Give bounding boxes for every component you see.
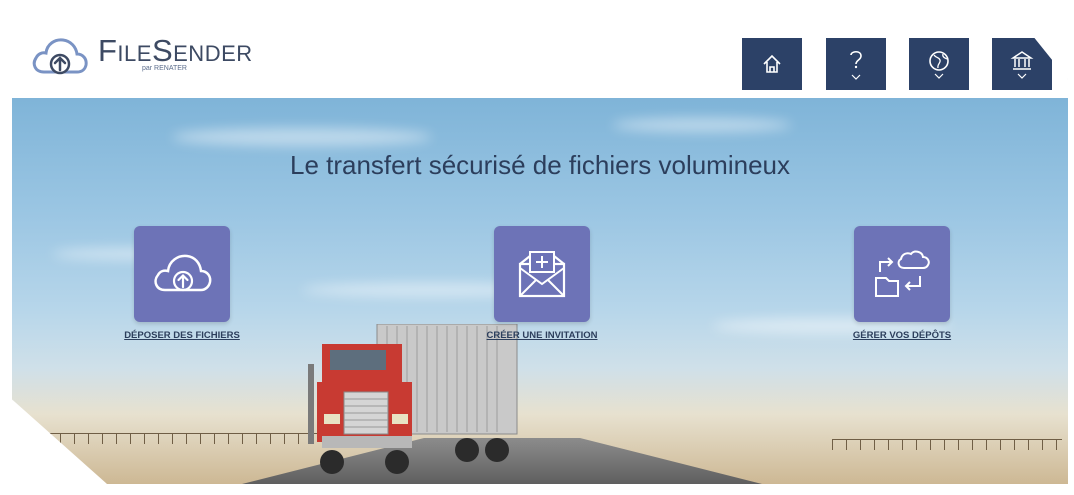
globe-icon bbox=[929, 51, 949, 71]
help-button[interactable] bbox=[826, 38, 886, 90]
header: FileSender par RENATER bbox=[12, 14, 1068, 98]
envelope-plus-icon bbox=[518, 251, 566, 298]
deposit-files-action[interactable]: DÉPOSER DES FICHIERS bbox=[112, 226, 252, 341]
create-invitation-button[interactable] bbox=[494, 226, 590, 322]
hero-banner: Le transfert sécurisé de fichiers volumi… bbox=[12, 98, 1068, 484]
home-icon bbox=[763, 54, 781, 73]
institution-button[interactable] bbox=[992, 38, 1052, 90]
create-invitation-label[interactable]: CRÉER UNE INVITATION bbox=[472, 330, 612, 341]
create-invitation-action[interactable]: CRÉER UNE INVITATION bbox=[472, 226, 612, 341]
chevron-down-icon bbox=[1017, 73, 1027, 79]
language-button[interactable] bbox=[909, 38, 969, 90]
cloud-upload-icon bbox=[154, 254, 212, 292]
deposit-files-label[interactable]: DÉPOSER DES FICHIERS bbox=[112, 330, 252, 341]
fence bbox=[832, 439, 1062, 450]
manage-transfers-icon bbox=[875, 250, 930, 297]
screenshot-frame: FileSender par RENATER Le transfert sécu… bbox=[12, 14, 1068, 484]
manage-transfers-label[interactable]: GÉRER VOS DÉPÔTS bbox=[832, 330, 972, 341]
manage-transfers-button[interactable] bbox=[854, 226, 950, 322]
truck-image bbox=[308, 324, 518, 474]
institution-icon bbox=[1010, 51, 1034, 70]
deposit-files-button[interactable] bbox=[134, 226, 230, 322]
chevron-down-icon bbox=[851, 74, 861, 80]
chevron-down-icon bbox=[934, 73, 944, 79]
home-button[interactable] bbox=[742, 38, 802, 90]
brand-name: FileSender bbox=[98, 33, 253, 68]
logo[interactable]: FileSender par RENATER bbox=[30, 34, 253, 86]
cloud-upload-logo-icon bbox=[32, 38, 88, 75]
help-icon bbox=[850, 50, 862, 69]
hero-title: Le transfert sécurisé de fichiers volumi… bbox=[289, 150, 790, 180]
manage-transfers-action[interactable]: GÉRER VOS DÉPÔTS bbox=[832, 226, 972, 341]
